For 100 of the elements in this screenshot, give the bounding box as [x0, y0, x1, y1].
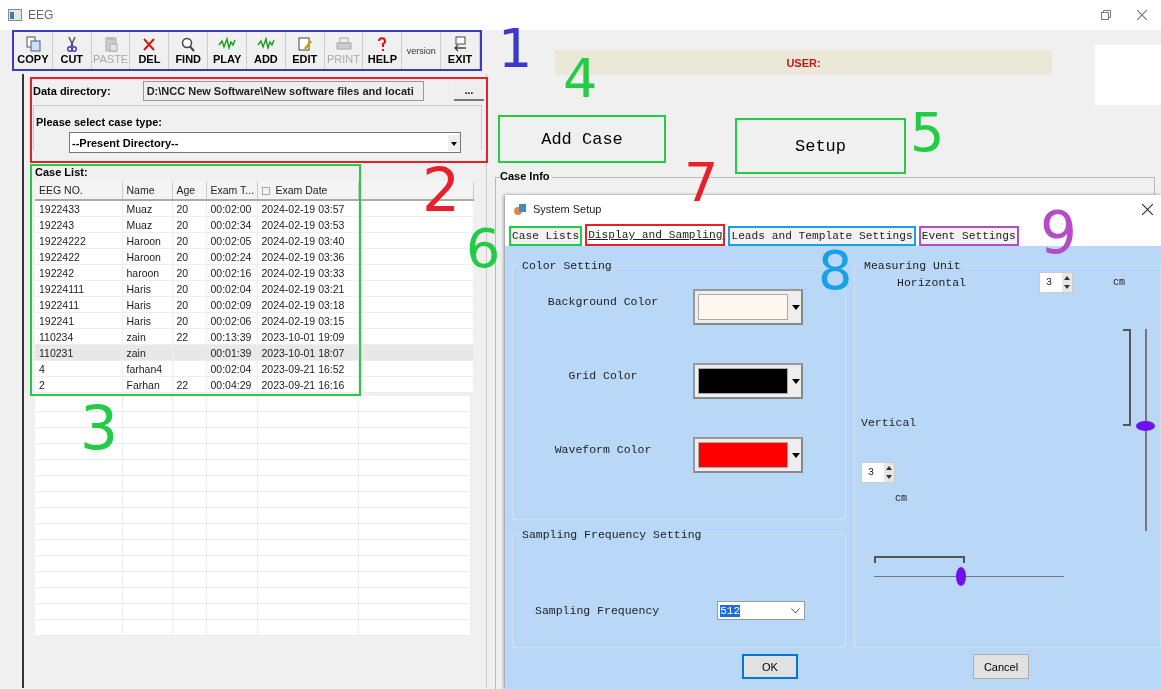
frequency-dropdown[interactable]: 512: [717, 601, 806, 620]
table-cell: 2024-02-19 03:15: [257, 312, 358, 329]
field-label: Vertical: [861, 416, 918, 429]
tab[interactable]: Leads and Template Settings: [728, 226, 916, 246]
app-icon: [8, 9, 22, 21]
case-type-dropdown[interactable]: --Present Directory--: [69, 132, 461, 153]
table-cell: 2024-02-19 03:18: [257, 296, 358, 313]
toolbar-button[interactable]: COPY: [14, 32, 53, 69]
table-cell: Haris: [122, 296, 172, 313]
dropdown-arrow-icon: [791, 302, 801, 312]
table-cell: Haris: [122, 312, 172, 329]
table-row[interactable]: 192243 Muaz 20 00:02:34 2024-02-19 03:53: [35, 216, 358, 233]
table-cell: haroon: [122, 264, 172, 281]
field-label: Waveform Color: [554, 442, 652, 456]
table-cell: 20: [172, 248, 206, 265]
tab[interactable]: Case Lists: [509, 226, 583, 246]
cancel-button[interactable]: Cancel: [973, 654, 1029, 679]
table-cell: 00:02:05: [206, 232, 257, 249]
table-row[interactable]: 1922411 Haris 20 00:02:09 2024-02-19 03:18: [35, 296, 358, 313]
annotation-number: 8: [818, 244, 853, 298]
directory-field[interactable]: D:\NCC New Software\New software files and locati: [142, 81, 424, 101]
slider-thumb[interactable]: [956, 567, 967, 586]
spinner-arrows-icon: [1062, 273, 1072, 292]
table-row[interactable]: 19224111 Haris 20 00:02:04 2024-02-19 03:21: [35, 280, 358, 297]
table-row[interactable]: 2 Farhan 22 00:04:29 2023-09-21 16:16: [35, 376, 358, 393]
close-icon: [1142, 203, 1153, 215]
annotation-number: 2: [422, 160, 461, 220]
table-cell: 2024-02-19 03:33: [257, 264, 358, 281]
table-cell: 20: [172, 312, 206, 329]
table-cell: 2024-02-19 03:21: [257, 280, 358, 297]
table-cell: 22: [172, 328, 206, 345]
annotation-number: 6: [466, 222, 501, 276]
column-header[interactable]: Age: [172, 181, 206, 200]
table-cell: Haroon: [122, 232, 172, 249]
tab[interactable]: Event Settings: [918, 226, 1019, 246]
table-cell: 00:13:39: [206, 328, 257, 345]
column-header[interactable]: EEG NO.: [35, 181, 122, 200]
table-row[interactable]: 19224222 Haroon 20 00:02:05 2024-02-19 03:40: [35, 232, 358, 249]
column-header[interactable]: Name: [122, 181, 172, 200]
table-cell: Haris: [122, 280, 172, 297]
table-cell: 1922433: [35, 200, 122, 217]
table-cell: 19224111: [35, 280, 122, 297]
wave-icon: [256, 36, 275, 52]
table-cell: 20: [172, 232, 206, 249]
table-cell: 2024-02-19 03:53: [257, 216, 358, 233]
slider-thumb[interactable]: [1136, 420, 1155, 431]
section-label: Case List:: [35, 166, 89, 180]
spinner-arrows-icon: [884, 463, 894, 482]
color-picker[interactable]: [693, 289, 803, 325]
sort-icon: [261, 187, 270, 196]
table-cell: Muaz: [122, 200, 172, 217]
table-row[interactable]: 1922422 Haroon 20 00:02:24 2024-02-19 03:36: [35, 248, 358, 265]
annotation-number: 9: [1040, 204, 1077, 262]
table-cell: 00:02:06: [206, 312, 257, 329]
table-row[interactable]: 110231 zain 00:01:39 2023-10-01 18:07: [35, 344, 358, 361]
table-cell: 2024-02-19 03:57: [257, 200, 358, 217]
app-icon: [513, 202, 527, 216]
column-header[interactable]: Exam T...: [206, 181, 257, 200]
tab[interactable]: Display and Sampling: [585, 224, 726, 246]
add-case-button[interactable]: Add Case: [498, 115, 666, 163]
table-cell: Farhan: [122, 376, 172, 393]
table-cell: 4: [35, 360, 122, 377]
table-row[interactable]: 192242 haroon 20 00:02:16 2024-02-19 03:33: [35, 264, 358, 281]
spinner-field[interactable]: 3: [861, 462, 895, 483]
table-cell: 2: [35, 376, 122, 393]
table-cell: Muaz: [122, 216, 172, 233]
field-label: Data directory:: [33, 85, 111, 97]
table-cell: Haroon: [122, 248, 172, 265]
group-title: Sampling Frequency Setting: [521, 528, 703, 541]
table-cell: 20: [172, 216, 206, 233]
dialog-title: System Setup: [533, 203, 602, 215]
group-title: Color Setting: [521, 259, 613, 272]
annotation-number: 3: [80, 398, 119, 458]
color-picker[interactable]: [693, 437, 803, 473]
field-label: Sampling Frequency: [535, 604, 660, 617]
field-label: Horizontal: [897, 276, 966, 289]
spinner-field[interactable]: 3: [1039, 272, 1073, 293]
color-picker[interactable]: [693, 363, 803, 399]
table-cell: 2023-10-01 19:09: [257, 328, 358, 345]
table-cell: 20: [172, 280, 206, 297]
table-row[interactable]: 4 farhan4 00:02:04 2023-09-21 16:52: [35, 360, 358, 377]
table-row[interactable]: 110234 zain 22 00:13:39 2023-10-01 19:09: [35, 328, 358, 345]
setup-button[interactable]: Setup: [735, 118, 906, 174]
table-cell: 19224222: [35, 232, 122, 249]
table-cell: 2024-02-19 03:36: [257, 248, 358, 265]
table-row[interactable]: 1922433 Muaz 20 00:02:00 2024-02-19 03:57: [35, 200, 358, 217]
table-cell: 1922411: [35, 296, 122, 313]
table-cell: 00:02:09: [206, 296, 257, 313]
window-title: EEG: [28, 8, 54, 22]
table-row[interactable]: 192241 Haris 20 00:02:06 2024-02-19 03:15: [35, 312, 358, 329]
table-cell: 00:02:34: [206, 216, 257, 233]
column-header[interactable]: Exam Date: [257, 181, 358, 200]
table-cell: 20: [172, 264, 206, 281]
table-cell: 2023-09-21 16:52: [257, 360, 358, 377]
table-cell: 192243: [35, 216, 122, 233]
field-label: Please select case type:: [36, 116, 162, 128]
dropdown-arrow-icon: [791, 450, 801, 460]
pencil-icon: [295, 36, 314, 52]
ok-button[interactable]: OK: [742, 654, 798, 679]
table-cell: farhan4: [122, 360, 172, 377]
